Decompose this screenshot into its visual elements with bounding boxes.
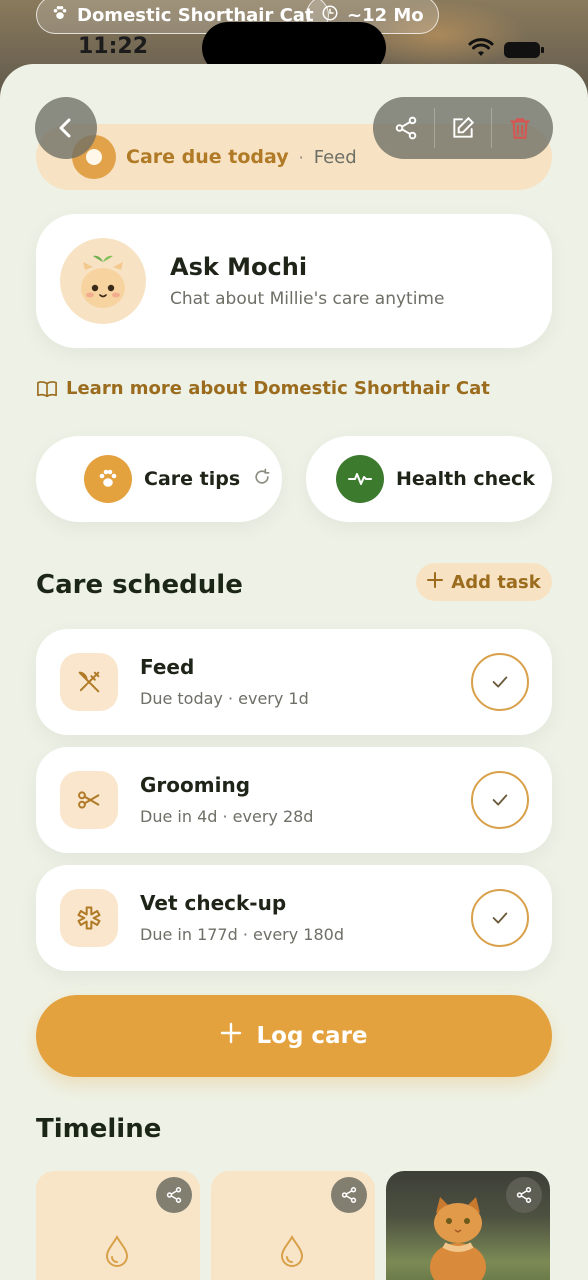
task-name: Grooming: [140, 773, 251, 797]
share-icon: [396, 116, 417, 140]
plus-icon: [220, 1022, 242, 1050]
log-care-button[interactable]: Log care: [36, 995, 552, 1077]
log-care-label: Log care: [256, 1023, 368, 1049]
care-due-separator: ·: [298, 147, 304, 167]
scissors-icon: [60, 771, 118, 829]
ask-mochi-card[interactable]: Ask Mochi Chat about Millie's care anyti…: [36, 214, 552, 348]
status-icons: [468, 38, 544, 62]
care-due-title: Care due today: [126, 146, 289, 168]
back-button[interactable]: [35, 97, 97, 159]
medical-icon: [60, 889, 118, 947]
task-meta: Due today · every 1d: [140, 689, 309, 708]
add-task-label: Add task: [451, 571, 541, 593]
complete-task-button[interactable]: [471, 653, 529, 711]
timeline-card[interactable]: [211, 1171, 375, 1280]
checkmark-icon: [492, 912, 508, 924]
delete-button[interactable]: [497, 105, 543, 151]
wifi-icon: [468, 38, 494, 62]
book-icon: [37, 380, 57, 397]
checkmark-icon: [492, 676, 508, 688]
complete-task-button[interactable]: [471, 889, 529, 947]
refresh-icon: [252, 467, 272, 492]
heartbeat-icon: [336, 455, 384, 503]
task-row-vet-check-up[interactable]: Vet check-up Due in 177d · every 180d: [36, 865, 552, 971]
timeline-title: Timeline: [36, 1114, 162, 1144]
task-meta: Due in 4d · every 28d: [140, 807, 314, 826]
share-icon[interactable]: [156, 1177, 192, 1213]
checkmark-icon: [492, 794, 508, 806]
action-divider: [490, 108, 492, 148]
health-check-label: Health check: [396, 468, 535, 490]
share-icon[interactable]: [506, 1177, 542, 1213]
action-divider: [434, 108, 436, 148]
task-meta: Due in 177d · every 180d: [140, 925, 344, 944]
utensils-icon: [60, 653, 118, 711]
task-row-grooming[interactable]: Grooming Due in 4d · every 28d: [36, 747, 552, 853]
timeline-card[interactable]: [36, 1171, 200, 1280]
ask-mochi-title: Ask Mochi: [170, 253, 308, 281]
learn-more-link[interactable]: Learn more about Domestic Shorthair Cat: [36, 378, 490, 399]
share-icon[interactable]: [331, 1177, 367, 1213]
edit-icon: [453, 116, 475, 138]
paw-icon: [51, 4, 69, 27]
mochi-avatar: [60, 238, 146, 324]
care-due-task: Feed: [313, 146, 357, 168]
learn-more-label: Learn more about Domestic Shorthair Cat: [66, 378, 490, 399]
chevron-left-icon: [59, 118, 71, 138]
water-drop-icon: [279, 1234, 305, 1271]
water-drop-icon: [104, 1234, 130, 1271]
add-task-button[interactable]: Add task: [416, 563, 552, 601]
cat-photo: [430, 1197, 486, 1280]
task-row-feed[interactable]: Feed Due today · every 1d: [36, 629, 552, 735]
battery-icon: [504, 42, 544, 58]
action-bar: [373, 97, 553, 159]
care-tips-button[interactable]: Care tips: [36, 436, 282, 522]
plus-icon: [427, 571, 444, 593]
ask-mochi-text: Ask Mochi Chat about Millie's care anyti…: [170, 253, 444, 309]
mochi-mascot-icon: [81, 255, 125, 308]
care-tips-label: Care tips: [144, 468, 241, 490]
timeline-photo-card[interactable]: [386, 1171, 550, 1280]
share-button[interactable]: [383, 105, 429, 151]
care-schedule-title: Care schedule: [36, 570, 243, 600]
ask-mochi-subtitle: Chat about Millie's care anytime: [170, 289, 445, 309]
task-name: Vet check-up: [140, 891, 287, 915]
status-time: 11:22: [78, 34, 149, 59]
task-name: Feed: [140, 655, 195, 679]
health-check-button[interactable]: Health check: [306, 436, 552, 522]
trash-icon: [509, 118, 530, 139]
paw-icon: [84, 455, 132, 503]
complete-task-button[interactable]: [471, 771, 529, 829]
edit-button[interactable]: [440, 105, 486, 151]
